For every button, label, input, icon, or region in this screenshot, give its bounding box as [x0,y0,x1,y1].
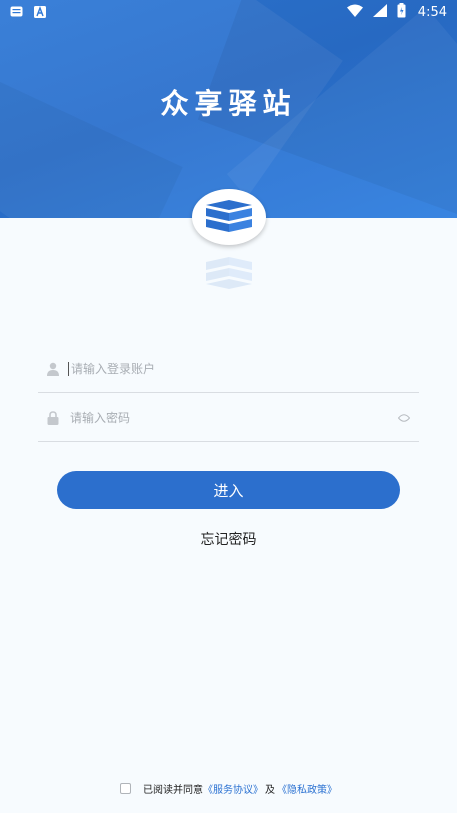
agreement-conjunction: 及 [265,785,275,796]
status-bar-left [10,6,48,18]
logo-reflection [192,250,266,290]
agreement-prefix: 已阅读并同意 [143,785,203,796]
account-input[interactable] [71,361,419,376]
app-a-icon [34,6,48,18]
service-agreement-link[interactable]: 《服务协议》 [203,781,263,796]
forgot-password-link[interactable]: 忘记密码 [0,529,457,549]
header-banner: 4:54 众享驿站 [0,0,457,218]
password-input[interactable] [70,410,393,425]
text-cursor [68,361,69,376]
agreement-checkbox[interactable] [120,783,131,794]
agreement-row: 已阅读并同意 《服务协议》 及 《隐私政策》 [0,781,457,796]
status-bar-right: 4:54 [346,2,447,22]
user-icon [40,362,66,376]
battery-icon [397,2,406,22]
wifi-icon [346,4,363,21]
status-time: 4:54 [417,4,447,20]
signal-icon [372,3,387,21]
enter-button[interactable]: 进入 [57,471,400,509]
account-field[interactable] [38,345,419,393]
eye-icon[interactable] [393,413,415,422]
message-icon [10,6,24,18]
app-title: 众享驿站 [160,87,297,120]
lock-icon [40,410,66,425]
privacy-policy-link[interactable]: 《隐私政策》 [277,781,337,796]
status-bar: 4:54 [0,0,457,24]
password-field[interactable] [38,394,419,442]
box-logo-icon [192,189,266,245]
